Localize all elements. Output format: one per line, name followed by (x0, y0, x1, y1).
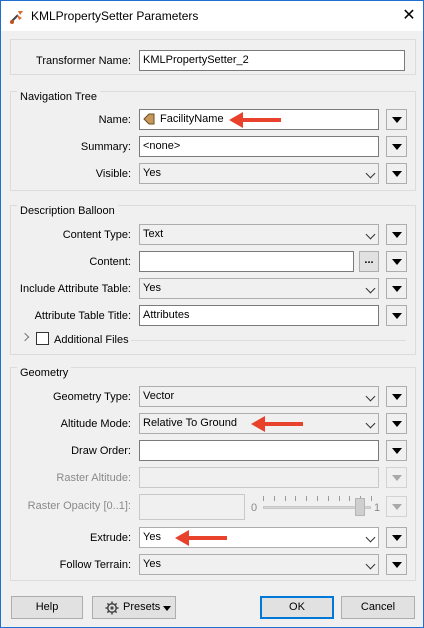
summary-menu-button[interactable] (386, 136, 407, 157)
chevron-down-icon (365, 418, 376, 429)
raster-altitude-input[interactable] (139, 467, 379, 488)
raster-opacity-label: Raster Opacity [0..1]: (27, 500, 131, 512)
geometry-type-label: Geometry Type: (52, 391, 131, 403)
additional-files-label: Additional Files (54, 334, 129, 346)
ok-button[interactable]: OK (260, 596, 334, 619)
chevron-down-icon (365, 229, 376, 240)
raster-opacity-input[interactable] (139, 494, 245, 520)
draw-order-input[interactable] (139, 440, 379, 461)
slider-tick (349, 496, 350, 501)
annotation-arrow (229, 112, 281, 128)
content-type-menu-button[interactable] (386, 224, 407, 245)
include-attribute-table-menu-button[interactable] (386, 278, 407, 299)
description-balloon-title: Description Balloon (17, 205, 118, 217)
parameters-dialog: KMLPropertySetter Parameters ✕ Transform… (0, 0, 424, 628)
summary-label: Summary: (80, 141, 131, 153)
attribute-icon (143, 113, 155, 125)
extrude-label: Extrude: (90, 532, 131, 544)
content-type-label: Content Type: (62, 229, 131, 241)
slider-max-label: 1 (374, 502, 381, 514)
follow-terrain-value: Yes (143, 558, 161, 570)
content-input[interactable] (139, 251, 354, 272)
summary-input[interactable]: <none> (139, 136, 379, 157)
slider-tick (328, 496, 329, 501)
window-title: KMLPropertySetter Parameters (31, 9, 199, 23)
raster-altitude-menu-button[interactable] (386, 467, 407, 488)
draw-order-label: Draw Order: (71, 445, 131, 457)
slider-tick (317, 496, 318, 501)
geometry-title: Geometry (17, 367, 72, 379)
annotation-arrow (175, 530, 227, 546)
name-label: Name: (98, 114, 131, 126)
geometry-type-select[interactable]: Vector (139, 386, 379, 407)
geometry-type-value: Vector (143, 390, 175, 402)
slider-tick (306, 496, 307, 501)
chevron-down-icon (365, 168, 376, 179)
follow-terrain-select[interactable]: Yes (139, 554, 379, 575)
attribute-table-title-menu-button[interactable] (386, 305, 407, 326)
dropdown-caret-icon (163, 606, 171, 611)
help-button[interactable]: Help (11, 596, 83, 619)
chevron-down-icon (365, 283, 376, 294)
raster-opacity-menu-button[interactable] (386, 496, 407, 517)
draw-order-menu-button[interactable] (386, 440, 407, 461)
navigation-tree-title: Navigation Tree (17, 91, 101, 103)
presets-button[interactable]: Presets (92, 596, 176, 619)
extrude-value: Yes (143, 531, 161, 543)
section-divider (131, 340, 406, 341)
chevron-down-icon (365, 391, 376, 402)
slider-tick (371, 496, 372, 501)
cancel-button[interactable]: Cancel (341, 596, 415, 619)
content-browse-button[interactable]: ... (359, 251, 379, 272)
content-label: Content: (89, 256, 131, 268)
include-attribute-table-label: Include Attribute Table: (19, 283, 131, 295)
altitude-mode-value: Relative To Ground (143, 417, 237, 429)
transformer-icon (10, 11, 23, 24)
extrude-menu-button[interactable] (386, 527, 407, 548)
slider-tick (285, 496, 286, 501)
title-bar: KMLPropertySetter Parameters ✕ (1, 1, 423, 31)
slider-min-label: 0 (251, 502, 258, 514)
annotation-arrow (251, 416, 303, 432)
chevron-down-icon (365, 532, 376, 543)
visible-value: Yes (143, 167, 161, 179)
visible-select[interactable]: Yes (139, 163, 379, 184)
chevron-down-icon (365, 559, 376, 570)
follow-terrain-menu-button[interactable] (386, 554, 407, 575)
altitude-mode-label: Altitude Mode: (60, 418, 131, 430)
slider-tick (274, 496, 275, 501)
attribute-table-title-input[interactable]: Attributes (139, 305, 379, 326)
name-value: FacilityName (160, 113, 224, 125)
transformer-name-input[interactable]: KMLPropertySetter_2 (139, 50, 405, 71)
geometry-type-menu-button[interactable] (386, 386, 407, 407)
slider-tick (339, 496, 340, 501)
follow-terrain-label: Follow Terrain: (59, 559, 131, 571)
gear-icon (105, 601, 119, 615)
slider-tick (295, 496, 296, 501)
additional-files-checkbox[interactable] (36, 332, 49, 345)
presets-label: Presets (123, 601, 161, 613)
opacity-slider-thumb[interactable] (355, 498, 365, 516)
transformer-name-label: Transformer Name: (36, 55, 131, 67)
slider-tick (263, 496, 264, 501)
content-type-value: Text (143, 228, 164, 240)
content-type-select[interactable]: Text (139, 224, 379, 245)
altitude-mode-menu-button[interactable] (386, 413, 407, 434)
content-menu-button[interactable] (386, 251, 407, 272)
include-attribute-table-value: Yes (143, 282, 161, 294)
visible-menu-button[interactable] (386, 163, 407, 184)
include-attribute-table-select[interactable]: Yes (139, 278, 379, 299)
close-icon[interactable]: ✕ (399, 6, 419, 26)
attribute-table-title-label: Attribute Table Title: (34, 310, 131, 322)
name-menu-button[interactable] (386, 109, 407, 130)
raster-altitude-label: Raster Altitude: (56, 472, 131, 484)
visible-label: Visible: (95, 168, 131, 180)
